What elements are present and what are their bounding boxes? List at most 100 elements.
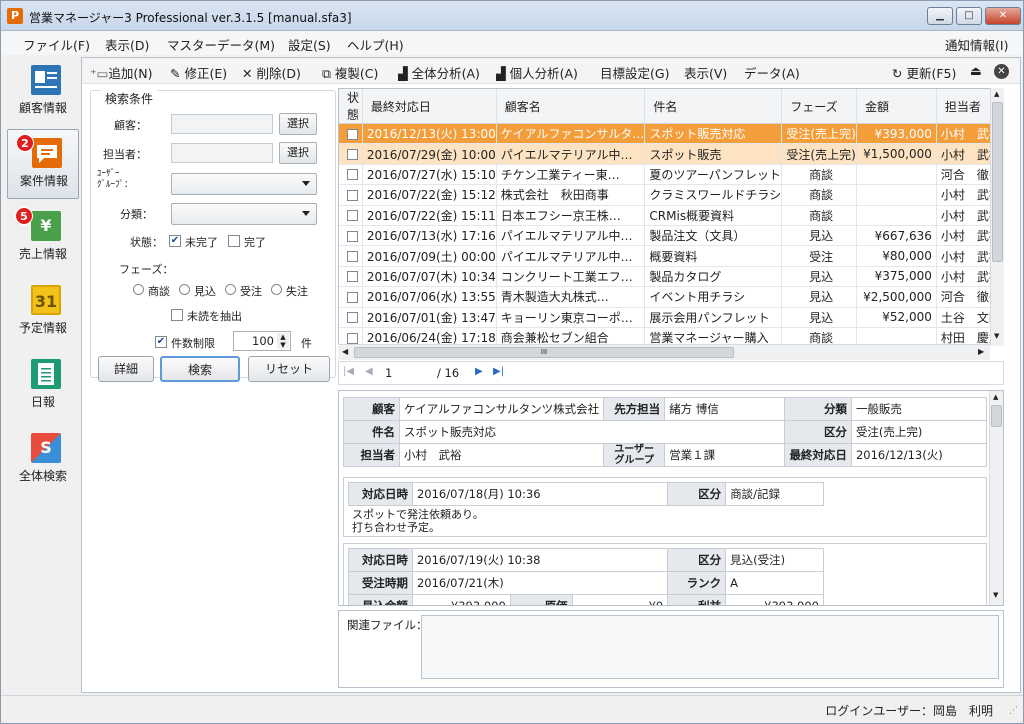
case-detail-panel: 顧客 ケイアルファコンサルタンツ株式会社 先方担当 緒方 博信 分類 一般販売 …	[338, 390, 1004, 606]
scroll-right-icon[interactable]: ▶	[978, 347, 984, 356]
detail-scroll-thumb[interactable]	[991, 405, 1002, 427]
table-vertical-scrollbar[interactable]: ▲ ▼	[990, 88, 1004, 346]
col-phase[interactable]: フェーズ	[781, 89, 857, 124]
row-checkbox[interactable]	[346, 271, 358, 283]
table-scroll-thumb[interactable]	[992, 102, 1003, 262]
overall-analysis-button[interactable]: ▟ 全体分析(A)	[398, 63, 480, 82]
resize-grip-icon[interactable]: ⋰	[1009, 706, 1018, 716]
minimize-button[interactable]: ▁	[927, 7, 953, 25]
owner-select-button[interactable]: 選択	[279, 142, 317, 164]
scroll-up-icon[interactable]: ▲	[993, 393, 998, 401]
individual-analysis-button[interactable]: ▟ 個人分析(A)	[496, 63, 578, 82]
cell-phase: 受注	[781, 245, 857, 267]
table-row[interactable]: 2016/07/29(金) 10:00 パイエルマテリアル中… スポット販売 受注(売…	[339, 143, 1003, 165]
table-row[interactable]: 2016/07/06(水) 13:55 青木製造大丸株式… イベント用チラシ 見込 ¥2…	[339, 286, 1003, 308]
scroll-down-icon[interactable]: ▼	[993, 591, 998, 599]
prev-page-icon[interactable]: ◀	[365, 366, 373, 377]
last-page-icon[interactable]: ▶|	[493, 366, 504, 377]
nav-schedule[interactable]: 31 予定情報	[7, 277, 79, 347]
col-last-date[interactable]: 最終対応日	[362, 89, 497, 124]
nav-case[interactable]: 2 案件情報	[7, 129, 79, 199]
menu-notifications[interactable]: 通知情報(I)	[945, 35, 1008, 54]
cell-subject: クラミスワールドチラシ	[644, 184, 783, 206]
menu-master-data[interactable]: マスターデータ(M)	[167, 35, 275, 54]
row-checkbox[interactable]	[346, 251, 358, 263]
nav-customer[interactable]: 顧客情報	[7, 57, 79, 127]
table-row[interactable]: 2016/07/09(土) 00:00 パイエルマテリアル中… 概要資料 受注 ¥80,…	[339, 245, 1003, 267]
table-row[interactable]: 2016/07/01(金) 13:47 キョーリン東京コーポ… 展示会用パンフレット…	[339, 307, 1003, 328]
row-checkbox[interactable]	[346, 332, 358, 344]
table-horizontal-scrollbar[interactable]: ◀ III ▶	[338, 344, 990, 360]
scroll-left-icon[interactable]: ◀	[342, 347, 348, 356]
target-settings-button[interactable]: 目標設定(G)	[600, 63, 669, 82]
upload-icon[interactable]: ⏏	[970, 63, 982, 78]
row-checkbox[interactable]	[346, 230, 358, 242]
row-checkbox[interactable]	[346, 189, 358, 201]
cell-phase: 見込	[781, 286, 857, 308]
table-row[interactable]: 2016/12/13(火) 13:00 ケイアルファコンサルタ… スポット販売対応受…	[339, 123, 1003, 145]
stepper-arrows-icon[interactable]: ▲ ▼	[277, 333, 289, 349]
phase-radio-negotiation[interactable]	[133, 284, 144, 295]
edit-button[interactable]: ✎ 修正(E)	[170, 63, 227, 82]
h1-kind: 商談/記録	[725, 482, 824, 506]
row-checkbox[interactable]	[346, 149, 358, 161]
side-navigation: 顧客情報 2 案件情報 ¥ 5 売上情報 31 予定情報 日報 S 全体検索	[5, 57, 79, 693]
row-checkbox[interactable]	[346, 128, 358, 140]
history-1-table: 対応日時 2016/07/18(月) 10:36 区分 商談/記録	[348, 482, 824, 506]
display-menu-button[interactable]: 表示(V)	[684, 63, 727, 82]
search-button[interactable]: 検索	[160, 356, 240, 382]
delete-button[interactable]: ✕ 削除(D)	[242, 63, 301, 82]
table-row[interactable]: 2016/07/22(金) 15:11 日本エフシー京王株… CRMis概要資料 商談…	[339, 205, 1003, 226]
customer-field[interactable]	[171, 114, 273, 134]
col-customer[interactable]: 顧客名	[496, 89, 646, 124]
detail-button[interactable]: 詳細	[98, 356, 154, 382]
next-page-icon[interactable]: ▶	[475, 366, 483, 377]
scroll-up-icon[interactable]: ▲	[994, 90, 999, 98]
page-number-input[interactable]: 1	[385, 366, 392, 380]
menu-help[interactable]: ヘルプ(H)	[347, 35, 404, 54]
col-amount[interactable]: 金額	[856, 89, 937, 124]
refresh-button[interactable]: ↻ 更新(F5)	[892, 63, 956, 82]
limit-checkbox[interactable]: ✔	[155, 336, 167, 348]
data-menu-button[interactable]: データ(A)	[744, 63, 800, 82]
user-group-select[interactable]	[171, 173, 317, 195]
phase-radio-lost[interactable]	[271, 284, 282, 295]
first-page-icon[interactable]: |◀	[343, 366, 354, 377]
row-checkbox[interactable]	[346, 312, 358, 324]
add-button[interactable]: ⁺▭追加(N)	[90, 63, 153, 82]
row-checkbox[interactable]	[346, 169, 358, 181]
copy-button[interactable]: ⧉ 複製(C)	[322, 63, 378, 82]
nav-global-search[interactable]: S 全体検索	[7, 425, 79, 495]
col-subject[interactable]: 件名	[644, 89, 783, 124]
customer-select-button[interactable]: 選択	[279, 113, 317, 135]
reset-button[interactable]: リセット	[248, 356, 330, 382]
close-panel-icon[interactable]: ✕	[994, 64, 1009, 79]
h-scroll-thumb[interactable]: III	[354, 347, 734, 358]
menu-view[interactable]: 表示(D)	[105, 35, 149, 54]
scroll-down-icon[interactable]: ▼	[994, 332, 999, 340]
owner-field[interactable]	[171, 143, 273, 163]
detail-vertical-scrollbar[interactable]: ▲ ▼	[989, 391, 1003, 605]
row-checkbox[interactable]	[346, 210, 358, 222]
table-row[interactable]: 2016/07/13(水) 17:16 パイエルマテリアル中… 製品注文（文具） 見込…	[339, 225, 1003, 247]
cell-amount: ¥375,000	[856, 266, 937, 288]
close-window-button[interactable]: ✕	[985, 7, 1021, 25]
col-status[interactable]: 状態	[339, 89, 363, 124]
row-checkbox[interactable]	[346, 291, 358, 303]
unread-checkbox[interactable]	[171, 309, 183, 321]
nav-diary[interactable]: 日報	[7, 351, 79, 421]
limit-stepper[interactable]: 100 ▲ ▼	[233, 331, 291, 351]
table-row[interactable]: 2016/07/07(木) 10:34 コンクリート工業エフ… 製品カタログ 見込 ¥3…	[339, 266, 1003, 288]
maximize-button[interactable]: □	[956, 7, 982, 25]
table-row[interactable]: 2016/07/27(水) 15:10 チケン工業ティー東… 夏のツアーパンフレット…	[339, 164, 1003, 186]
complete-checkbox[interactable]	[228, 235, 240, 247]
phase-radio-order[interactable]	[225, 284, 236, 295]
menu-settings[interactable]: 設定(S)	[288, 35, 331, 54]
incomplete-checkbox[interactable]: ✔	[169, 235, 181, 247]
table-row[interactable]: 2016/07/22(金) 15:12 株式会社 秋田商事 クラミスワールドチラシ商…	[339, 184, 1003, 206]
category-select[interactable]	[171, 203, 317, 225]
nav-sales[interactable]: ¥ 5 売上情報	[7, 203, 79, 273]
menu-file[interactable]: ファイル(F)	[23, 35, 90, 54]
phase-radio-prospect[interactable]	[179, 284, 190, 295]
related-files-list[interactable]	[421, 615, 999, 679]
